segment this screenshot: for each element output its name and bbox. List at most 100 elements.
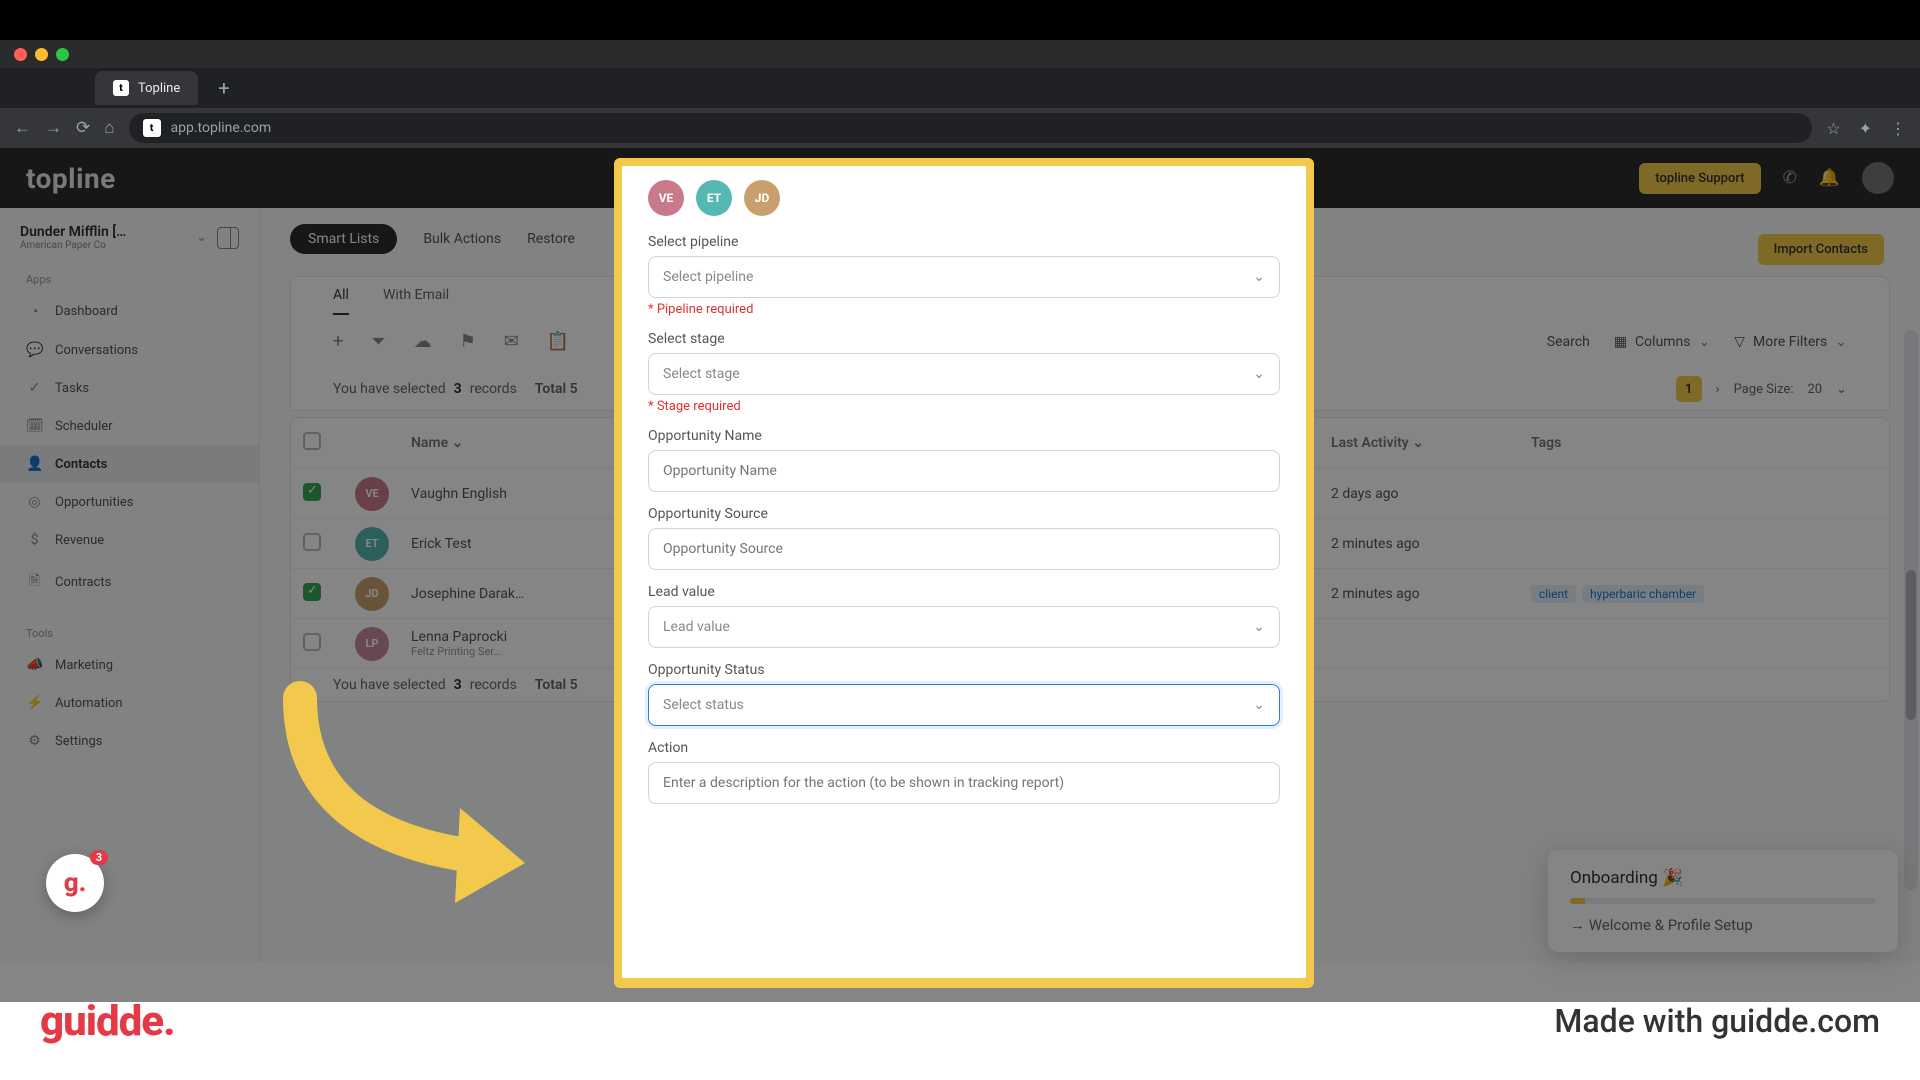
tag-pill[interactable]: client — [1531, 585, 1576, 603]
check-icon: ✓ — [26, 380, 43, 396]
reload-button[interactable]: ⟳ — [76, 118, 90, 138]
total-count: Total 5 — [535, 677, 578, 693]
bulk-action-icons: + ⏷ ☁ ⚑ ✉ 📋 — [333, 331, 569, 352]
tab-bulk-actions[interactable]: Bulk Actions — [423, 231, 501, 247]
sidebar-item-dashboard[interactable]: ◔Dashboard — [0, 292, 259, 331]
action-input[interactable] — [648, 762, 1280, 804]
back-button[interactable]: ← — [14, 118, 31, 138]
onboarding-card[interactable]: Onboarding 🎉 → Welcome & Profile Setup — [1548, 850, 1898, 952]
opp-source-input[interactable] — [648, 528, 1280, 570]
scrollbar-thumb[interactable] — [1906, 570, 1916, 720]
import-contacts-button[interactable]: Import Contacts — [1758, 234, 1884, 265]
chevron-down-icon: ⌄ — [1699, 334, 1711, 350]
current-page[interactable]: 1 — [1676, 376, 1702, 402]
org-subtitle: American Paper Co — [20, 240, 126, 251]
sidebar-item-conversations[interactable]: 💬Conversations — [0, 331, 259, 369]
sidebar-item-marketing[interactable]: 📣Marketing — [0, 646, 259, 684]
sidebar-item-opportunities[interactable]: ◎Opportunities — [0, 483, 259, 521]
site-identity-icon: t — [143, 119, 161, 137]
page-size-label: Page Size: — [1734, 382, 1794, 397]
next-page-icon[interactable]: › — [1716, 382, 1720, 397]
row-checkbox[interactable] — [303, 583, 321, 601]
subtab-all[interactable]: All — [333, 287, 349, 315]
tab-smart-lists[interactable]: Smart Lists — [290, 224, 397, 254]
kebab-menu-icon[interactable]: ⋮ — [1890, 119, 1906, 138]
person-icon: 👤 — [26, 456, 43, 472]
sidebar-item-label: Contacts — [55, 457, 107, 472]
sidebar-item-automation[interactable]: ⚡Automation — [0, 684, 259, 722]
header-last-activity[interactable]: Last Activity ⌄ — [1331, 435, 1531, 451]
flag-icon[interactable]: ⚑ — [460, 331, 476, 352]
row-checkbox[interactable] — [303, 533, 321, 551]
sidebar-item-settings[interactable]: ⚙Settings — [0, 722, 259, 760]
guidde-floating-button[interactable]: g. 3 — [46, 854, 104, 912]
clipboard-icon[interactable]: 📋 — [547, 331, 569, 352]
org-switcher[interactable]: Dunder Mifflin [… American Paper Co ⌄ — [20, 224, 239, 251]
pipeline-label: Select pipeline — [648, 234, 1280, 250]
field-opportunity-name: Opportunity Name — [648, 428, 1280, 492]
tab-restore[interactable]: Restore — [527, 231, 575, 247]
home-button[interactable]: ⌂ — [104, 118, 114, 138]
onboarding-title: Onboarding 🎉 — [1570, 868, 1876, 888]
phone-icon[interactable]: ✆ — [1783, 168, 1797, 188]
filter-icon[interactable]: ⏷ — [371, 331, 385, 352]
bookmark-star-icon[interactable]: ☆ — [1826, 119, 1840, 138]
opp-status-select[interactable]: Select status⌄ — [648, 684, 1280, 726]
minimize-window-button[interactable] — [35, 48, 48, 61]
support-button[interactable]: topline Support — [1639, 163, 1760, 194]
address-bar[interactable]: t app.topline.com — [129, 113, 1813, 143]
sidebar-item-scheduler[interactable]: 🗓Scheduler — [0, 407, 259, 445]
columns-icon: ▦ — [1614, 334, 1627, 350]
opp-name-input[interactable] — [648, 450, 1280, 492]
extensions-puzzle-icon[interactable]: ✦ — [1859, 119, 1872, 138]
page-size-value[interactable]: 20 — [1807, 382, 1822, 397]
add-icon[interactable]: + — [333, 331, 343, 352]
close-window-button[interactable] — [14, 48, 27, 61]
new-tab-button[interactable]: + — [218, 76, 229, 100]
pipeline-select[interactable]: Select pipeline⌄ — [648, 256, 1280, 298]
cloud-icon[interactable]: ☁ — [414, 331, 432, 352]
more-filters-button[interactable]: ▽More Filters⌄ — [1734, 334, 1847, 350]
maximize-window-button[interactable] — [56, 48, 69, 61]
header-tags[interactable]: Tags — [1531, 435, 1791, 451]
sidebar-item-contacts[interactable]: 👤 Contacts — [0, 445, 259, 483]
avatar-et: ET — [696, 180, 732, 216]
pager: 1 › Page Size: 20 ⌄ — [1676, 376, 1847, 402]
search-text[interactable]: Search — [1547, 334, 1590, 350]
row-checkbox[interactable] — [303, 483, 321, 501]
mail-icon[interactable]: ✉ — [504, 331, 519, 352]
sidebar-section-apps: Apps — [26, 273, 233, 286]
lead-value-select[interactable]: Lead value⌄ — [648, 606, 1280, 648]
bell-icon[interactable]: 🔔 — [1819, 168, 1840, 188]
notification-badge: 3 — [90, 850, 108, 865]
sidebar-item-label: Tasks — [55, 381, 89, 396]
opportunity-modal-highlight: VE ET JD Select pipeline Select pipeline… — [614, 158, 1314, 988]
sidebar-item-contracts[interactable]: 🗎Contracts — [0, 559, 259, 605]
avatar-jd: JD — [744, 180, 780, 216]
onboarding-step[interactable]: → Welcome & Profile Setup — [1570, 916, 1876, 934]
guidde-logo: guidde. — [40, 997, 175, 1046]
bolt-icon: ⚡ — [26, 695, 43, 711]
chat-icon: 💬 — [26, 342, 43, 358]
columns-picker[interactable]: ▦Columns⌄ — [1614, 334, 1710, 350]
browser-tab-active[interactable]: t Topline — [95, 71, 198, 105]
selection-count: 3 — [454, 677, 462, 693]
selected-contact-avatars: VE ET JD — [648, 180, 1280, 216]
forward-button[interactable]: → — [45, 118, 62, 138]
avatar-ve: VE — [648, 180, 684, 216]
select-all-checkbox[interactable] — [303, 432, 321, 450]
row-checkbox[interactable] — [303, 633, 321, 651]
letterbox-top — [0, 0, 1920, 40]
sidebar-item-tasks[interactable]: ✓ Tasks — [0, 369, 259, 407]
vertical-scrollbar[interactable] — [1904, 330, 1918, 890]
opp-status-placeholder: Select status — [663, 697, 744, 713]
tag-pill[interactable]: hyperbaric chamber — [1582, 585, 1704, 603]
sidebar-item-label: Scheduler — [55, 419, 113, 434]
user-avatar[interactable] — [1862, 162, 1894, 194]
sidebar-item-revenue[interactable]: $Revenue — [0, 521, 259, 559]
browser-tabstrip: t Topline + — [0, 68, 1920, 108]
subtab-with-email[interactable]: With Email — [383, 287, 449, 315]
stage-select[interactable]: Select stage⌄ — [648, 353, 1280, 395]
collapse-sidebar-icon[interactable] — [217, 227, 239, 249]
pipeline-error: * Pipeline required — [648, 302, 1280, 317]
